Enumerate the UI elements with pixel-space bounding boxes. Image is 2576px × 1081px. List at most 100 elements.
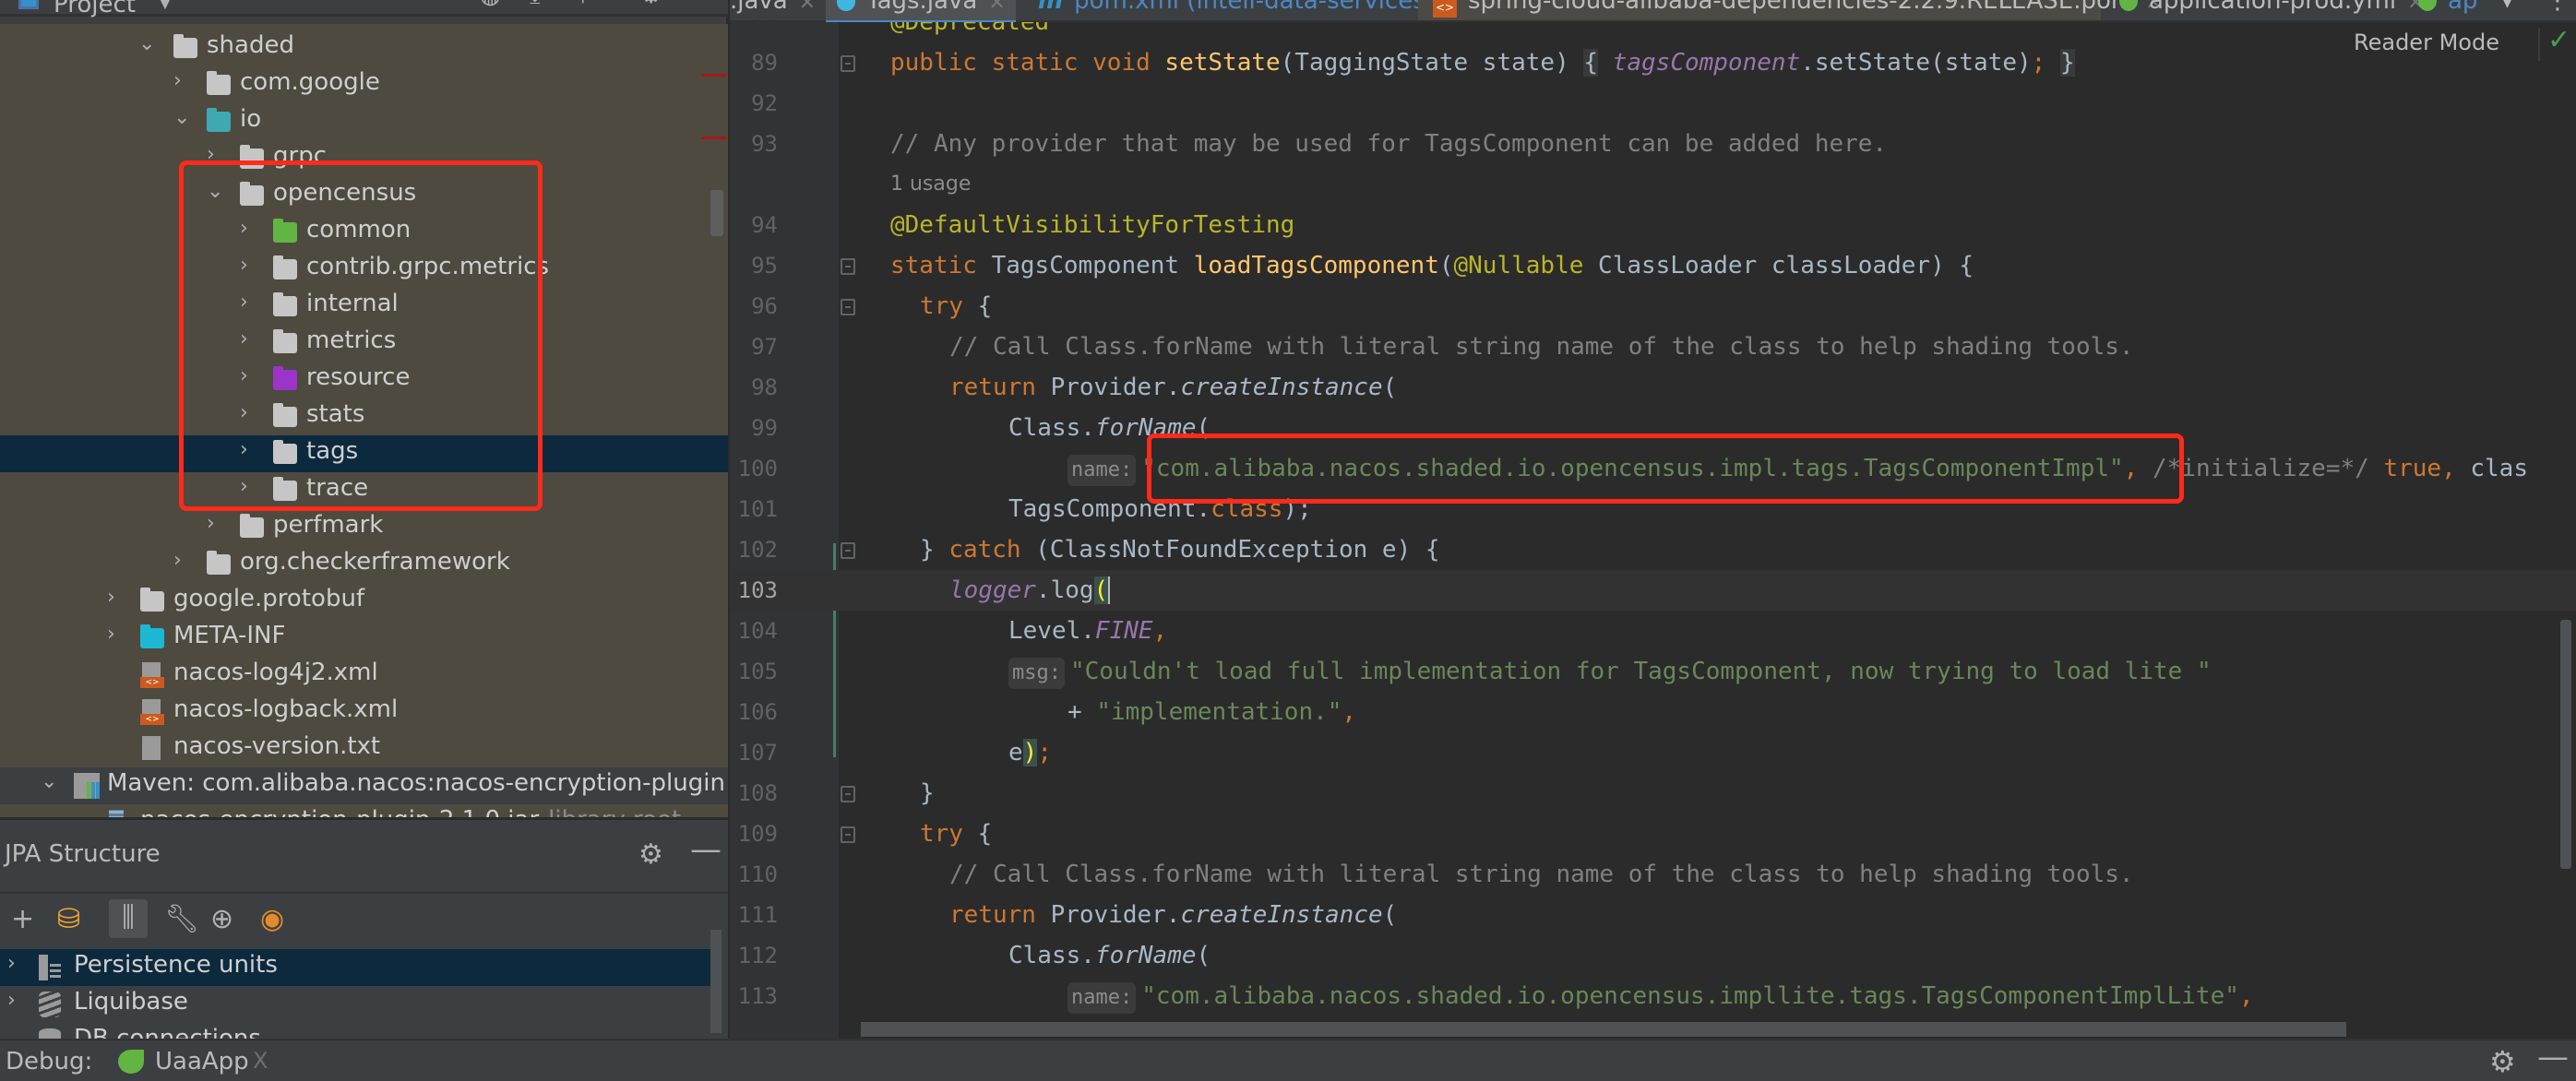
chevron-right-icon[interactable]: ›	[7, 989, 16, 1012]
tab-application-prod-yml[interactable]: application-prod.yml ×	[2108, 0, 2424, 20]
minimize-icon[interactable]: —	[2537, 1039, 2569, 1075]
spring-config-icon	[2418, 0, 2437, 11]
gear-icon[interactable]: ⚙	[640, 0, 662, 7]
tree-item-metrics[interactable]: › metrics	[0, 325, 728, 362]
code-line: 113 name: "com.alibaba.nacos.shaded.io.op…	[730, 976, 2576, 1016]
tree-item-perfmark[interactable]: › perfmark	[0, 509, 728, 546]
minimize-icon[interactable]: —	[690, 0, 714, 7]
chevron-right-icon[interactable]: ›	[240, 254, 258, 277]
jpa-item-persistence-units[interactable]: › Persistence units	[0, 949, 715, 986]
chevron-right-icon[interactable]: ›	[240, 217, 258, 240]
tree-item-stats[interactable]: › stats	[0, 398, 728, 435]
console-icon[interactable]: ◉	[260, 901, 284, 938]
editor-horizontal-scrollbar[interactable]	[861, 1022, 2346, 1037]
fold-collapse-icon[interactable]	[841, 786, 855, 802]
tree-item-tags[interactable]: › tags	[0, 435, 728, 472]
db-upload-icon[interactable]: ⛁	[57, 901, 80, 938]
chevron-right-icon[interactable]: ›	[173, 69, 192, 92]
code-vision-usages[interactable]: 1 usage	[730, 164, 2576, 205]
tab-ap[interactable]: ap	[2409, 0, 2501, 20]
tree-item-nacos-log4j2-xml[interactable]: nacos-log4j2.xml	[0, 657, 728, 694]
chevron-down-icon: ▾	[2501, 0, 2514, 15]
tab-tags-java[interactable]: Tags.java ×	[826, 0, 1016, 26]
tree-item-opencensus[interactable]: ⌄ opencensus	[0, 177, 728, 214]
tree-item-org-checkerframework[interactable]: › org.checkerframework	[0, 546, 728, 583]
expand-all-icon[interactable]: ⤓	[530, 0, 541, 7]
project-title[interactable]: Project	[54, 0, 136, 18]
tree-item-jar[interactable]: ⌄ nacos-encryption-plugin-2.1.0.jar libra…	[0, 804, 728, 817]
editor-vertical-scrollbar[interactable]	[2560, 620, 2571, 869]
fold-collapse-icon[interactable]	[841, 299, 855, 315]
chevron-right-icon[interactable]: ›	[240, 438, 258, 461]
tree-item-google-protobuf[interactable]: › google.protobuf	[0, 583, 728, 620]
text-file-icon	[142, 736, 161, 760]
maven-library-icon	[74, 773, 100, 799]
tab-java[interactable]: .java ×	[730, 0, 816, 20]
tree-scrollbar[interactable]	[710, 190, 723, 236]
chevron-right-icon[interactable]: ›	[240, 364, 258, 387]
tree-item-com-google[interactable]: › com.google	[0, 66, 728, 103]
line-number: 111	[737, 902, 778, 928]
chevron-right-icon[interactable]: ›	[107, 586, 125, 609]
chevron-right-icon[interactable]: ›	[207, 512, 225, 535]
chevron-right-icon[interactable]: ›	[240, 291, 258, 314]
fold-expand-icon[interactable]	[841, 55, 855, 72]
tree-item-meta-inf[interactable]: › META-INF	[0, 620, 728, 657]
tab-more-menu[interactable]: ⋮	[2546, 0, 2573, 20]
add-icon[interactable]: +	[11, 901, 34, 938]
crosshair-icon[interactable]: ⊕	[210, 901, 233, 938]
tree-item-shaded[interactable]: ⌄ shaded	[0, 30, 728, 66]
tree-item-nacos-version-txt[interactable]: nacos-version.txt	[0, 731, 728, 767]
chevron-right-icon[interactable]: ›	[107, 623, 125, 646]
line-number: 106	[737, 699, 778, 725]
wrench-icon[interactable]: 🔧︎	[164, 901, 199, 938]
jpa-item-liquibase[interactable]: › Liquibase	[0, 986, 715, 1023]
tree-item-common[interactable]: › common	[0, 214, 728, 251]
close-icon[interactable]: ×	[988, 0, 1005, 14]
chevron-down-icon[interactable]: ⌄	[138, 32, 157, 55]
tab-list-dropdown[interactable]: ▾	[2501, 0, 2538, 20]
debug-session-tab[interactable]: UaaApp	[155, 1048, 249, 1075]
globe-icon[interactable]: ◍	[480, 0, 501, 7]
folder-icon	[207, 71, 231, 95]
more-vertical-icon: ⋮	[2546, 0, 2570, 15]
tree-item-nacos-logback-xml[interactable]: nacos-logback.xml	[0, 694, 728, 731]
tree-item-contrib-grpc-metrics[interactable]: › contrib.grpc.metrics	[0, 251, 728, 288]
tab-pom-xml[interactable]: mpom.xml (intell-data-services)×	[1025, 0, 1462, 20]
chevron-right-icon[interactable]: ›	[173, 549, 192, 572]
chevron-down-icon[interactable]: ⌄	[173, 106, 192, 129]
minimize-icon[interactable]: —	[690, 831, 722, 868]
tree-item-maven-library[interactable]: ⌄ Maven: com.alibaba.nacos:nacos-encrypt…	[0, 767, 728, 804]
jpa-scrollbar[interactable]	[710, 930, 722, 1033]
tree-item-io[interactable]: ⌄ io	[0, 103, 728, 140]
fold-collapse-icon[interactable]	[841, 826, 855, 843]
code-line: 112 Class.forName(	[730, 935, 2576, 976]
chevron-right-icon[interactable]: ›	[207, 143, 225, 166]
fold-collapse-icon[interactable]	[841, 258, 855, 275]
chevron-right-icon[interactable]: ›	[240, 401, 258, 424]
code-editor[interactable]: Reader Mode ✓ 88 @Deprecated 89 public s…	[730, 22, 2576, 1039]
chevron-right-icon[interactable]: ›	[7, 952, 16, 975]
tree-item-trace[interactable]: › trace	[0, 472, 728, 509]
line-number: 88	[730, 22, 778, 28]
chevron-right-icon[interactable]: ›	[240, 327, 258, 350]
close-icon[interactable]: ×	[799, 0, 816, 14]
error-marker	[701, 137, 727, 139]
gear-icon[interactable]: ⚙	[638, 838, 663, 871]
close-icon[interactable]: X	[253, 1048, 268, 1074]
collapse-all-icon[interactable]: ⤒	[578, 0, 589, 7]
chevron-down-icon[interactable]: ▼	[159, 0, 172, 12]
tree-item-internal[interactable]: › internal	[0, 288, 728, 325]
fold-collapse-icon[interactable]	[841, 542, 855, 559]
chevron-down-icon[interactable]: ⌄	[41, 770, 59, 793]
chevron-down-icon[interactable]: ⌄	[207, 180, 225, 203]
tree-item-grpc[interactable]: › grpc	[0, 140, 728, 177]
spring-config-icon	[2119, 0, 2138, 11]
tree-item-resource[interactable]: › resource	[0, 362, 728, 398]
gear-icon[interactable]: ⚙	[2489, 1044, 2516, 1079]
tab-spring-cloud-pom[interactable]: <> spring-cloud-alibaba-dependencies-2.2.…	[1418, 0, 2163, 20]
graph-icon[interactable]: ⫼	[109, 899, 148, 938]
chevron-down-icon[interactable]: ⌄	[74, 807, 92, 817]
code-line: 93 // Any provider that may be used for …	[730, 124, 2576, 164]
chevron-right-icon[interactable]: ›	[240, 475, 258, 498]
